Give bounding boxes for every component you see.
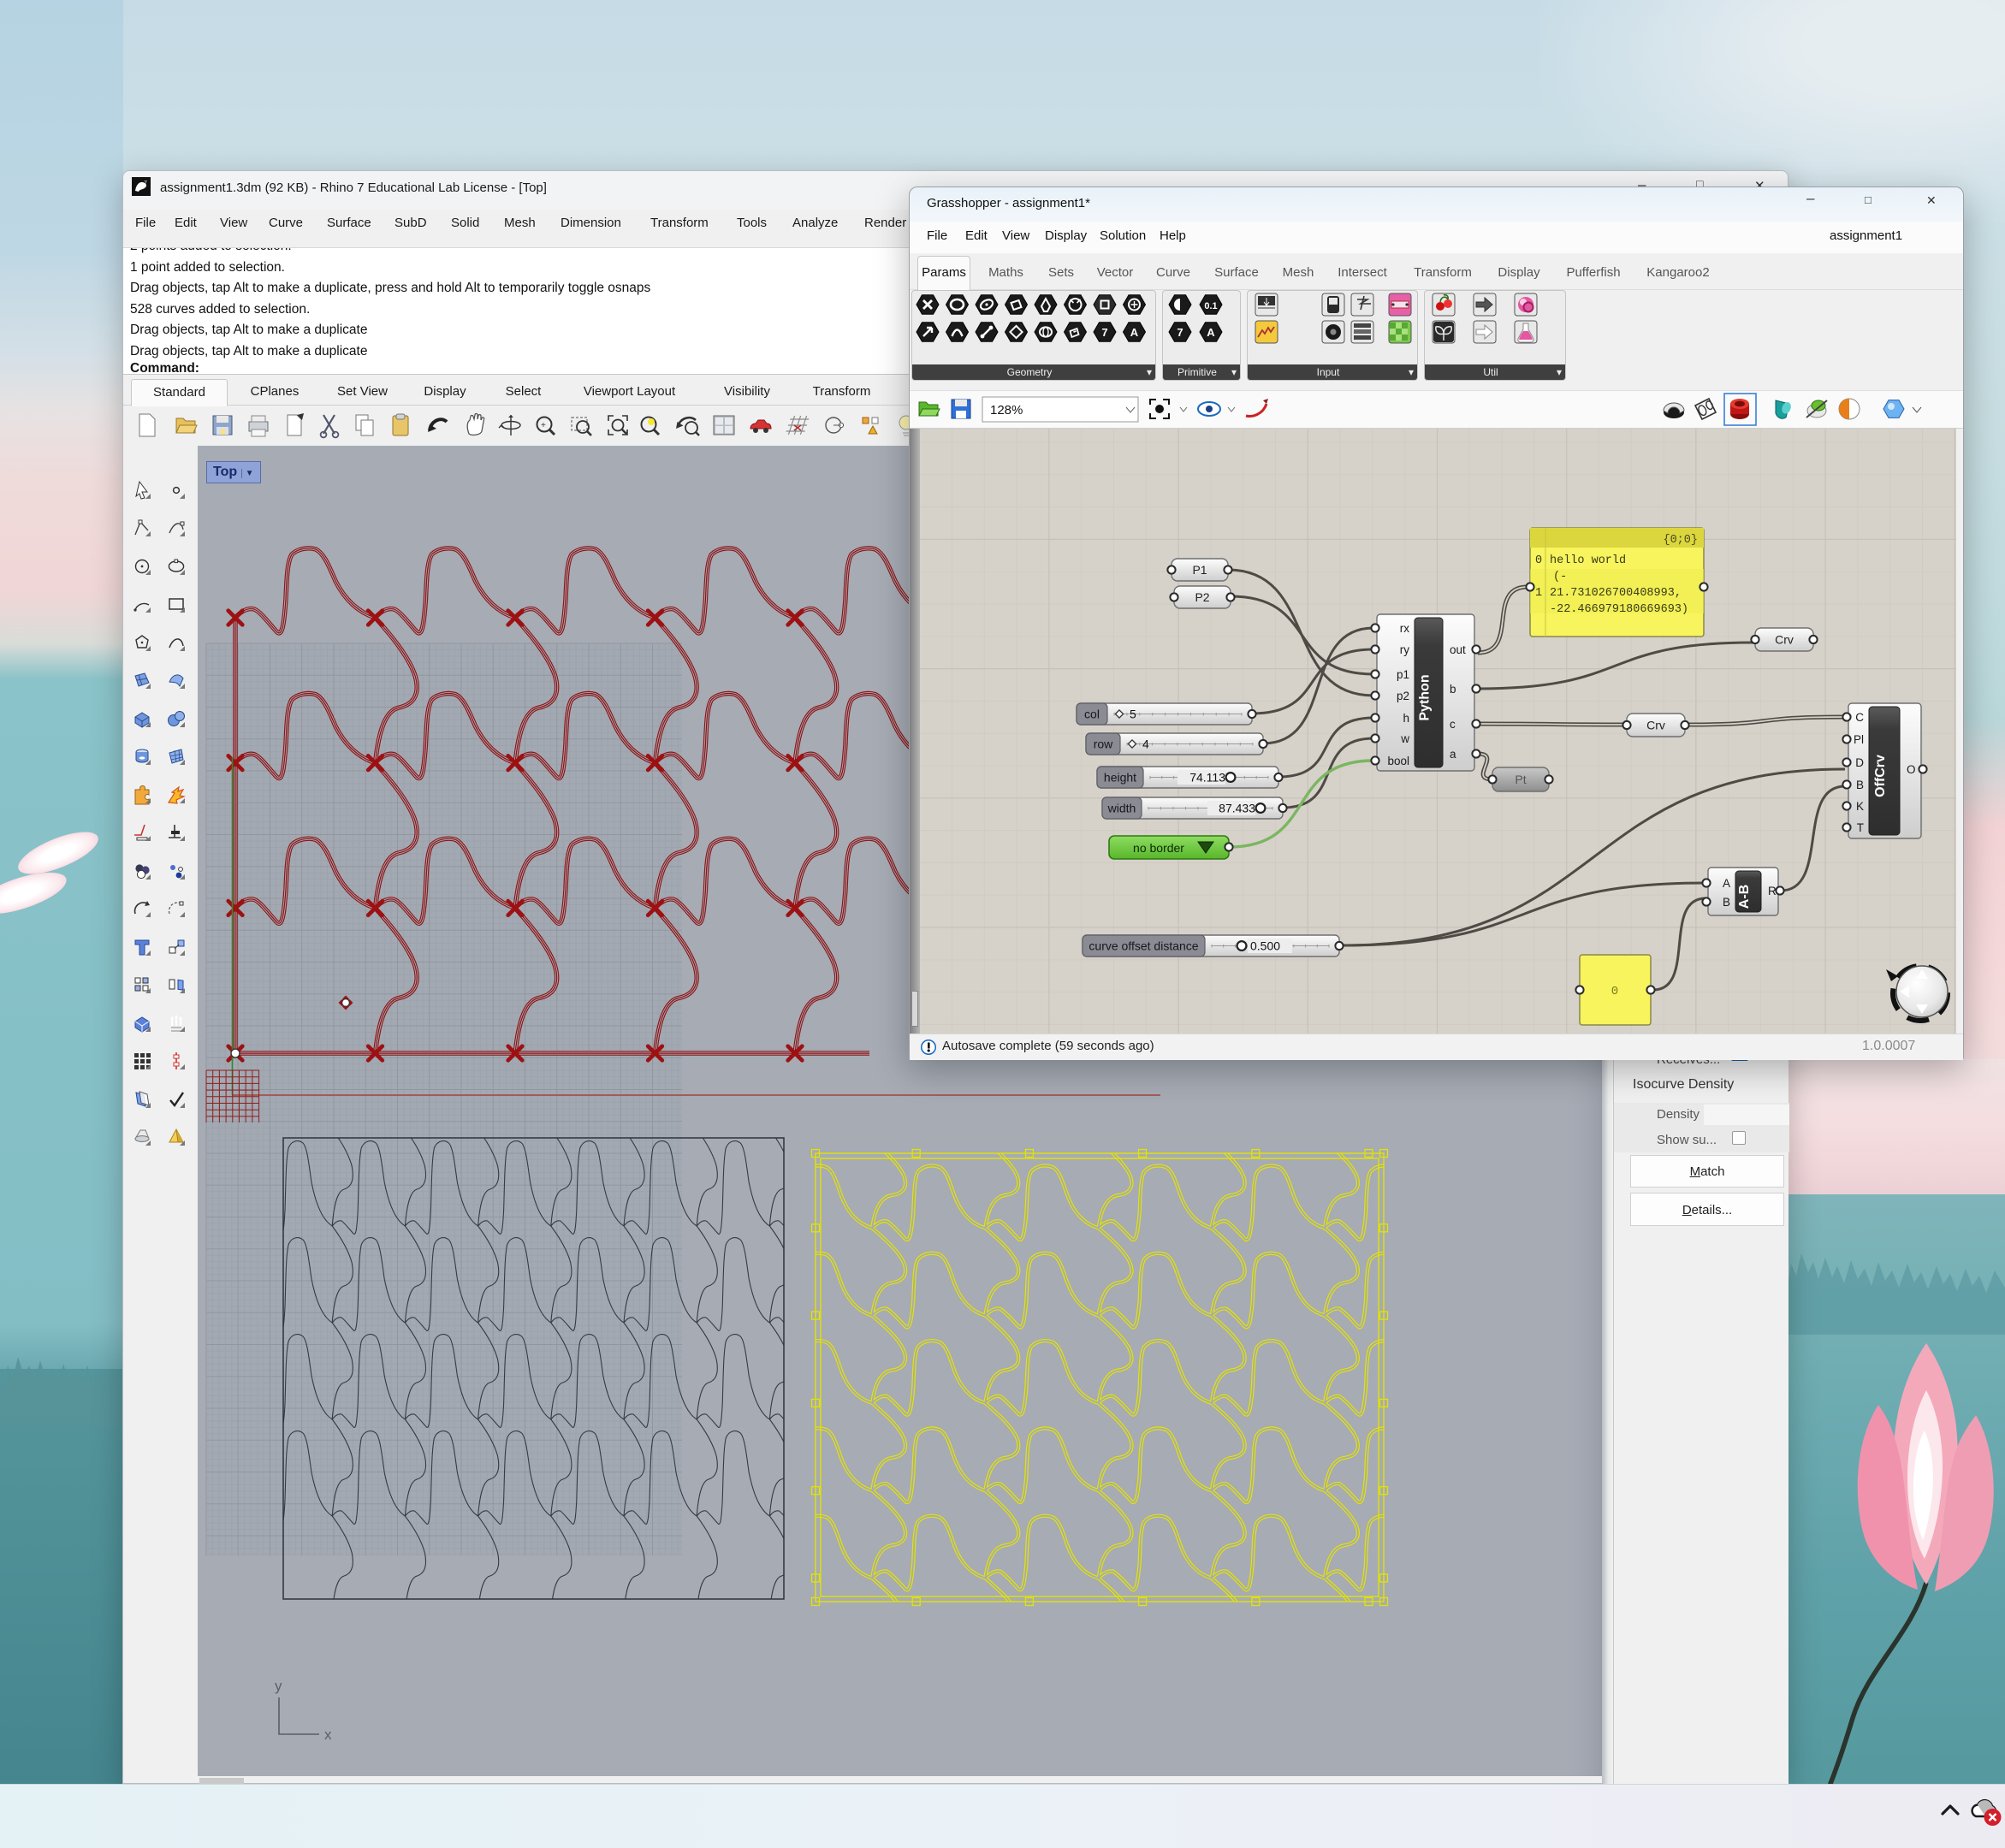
svg-text:out: out — [1450, 643, 1466, 656]
svg-text:A: A — [1130, 326, 1139, 339]
svg-text:A: A — [1207, 326, 1215, 339]
svg-text:h: h — [1403, 712, 1409, 725]
svg-text:Pt: Pt — [1515, 773, 1526, 786]
svg-text:D: D — [1855, 756, 1864, 769]
svg-text:p1: p1 — [1397, 668, 1409, 681]
svg-text:T: T — [1857, 821, 1864, 834]
svg-text:b: b — [1450, 683, 1456, 696]
svg-text:87.433: 87.433 — [1219, 802, 1255, 815]
svg-text:{0;0}: {0;0} — [1663, 534, 1698, 547]
svg-text:row: row — [1094, 737, 1113, 751]
svg-text:y: y — [275, 1678, 282, 1694]
svg-text:bool: bool — [1387, 755, 1409, 767]
svg-text:0.500: 0.500 — [1250, 939, 1280, 953]
svg-text:hello world: hello world — [1550, 554, 1626, 567]
svg-text:K: K — [1856, 800, 1864, 813]
svg-text:C: C — [1855, 711, 1864, 724]
svg-text:1: 1 — [1535, 587, 1542, 600]
svg-text:Crv: Crv — [1646, 719, 1665, 732]
svg-text:(-: (- — [1553, 571, 1567, 583]
svg-text:0.1: 0.1 — [1204, 301, 1217, 311]
svg-text:curve offset distance: curve offset distance — [1089, 939, 1198, 953]
svg-text:OffCrv: OffCrv — [1873, 755, 1888, 797]
svg-text:a: a — [1450, 748, 1456, 761]
svg-text:0: 0 — [1611, 985, 1618, 998]
svg-text:w: w — [1400, 732, 1409, 745]
svg-text:height: height — [1104, 771, 1136, 785]
svg-text:O: O — [1907, 763, 1916, 776]
svg-text:Crv: Crv — [1775, 633, 1794, 647]
svg-text:ry: ry — [1400, 643, 1409, 656]
svg-text:Pl: Pl — [1854, 733, 1864, 746]
svg-text:P1: P1 — [1192, 563, 1207, 577]
svg-text:5: 5 — [1130, 708, 1136, 721]
svg-text:A-B: A-B — [1737, 885, 1752, 909]
svg-text:B: B — [1856, 779, 1864, 791]
svg-text:-22.466979180669693): -22.466979180669693) — [1550, 603, 1688, 616]
svg-text:Python: Python — [1418, 674, 1433, 720]
svg-text:21.731026700408993,: 21.731026700408993, — [1550, 587, 1682, 600]
svg-text:7: 7 — [1101, 326, 1107, 339]
svg-text:x: x — [324, 1727, 332, 1743]
svg-text:7: 7 — [144, 181, 147, 187]
svg-text:no border: no border — [1133, 841, 1184, 855]
svg-text:c: c — [1450, 718, 1456, 731]
svg-text:4: 4 — [1142, 737, 1149, 751]
svg-text:col: col — [1084, 708, 1100, 721]
svg-text:P2: P2 — [1195, 590, 1209, 604]
svg-text:128%: 128% — [990, 403, 1023, 418]
svg-text:+: + — [541, 421, 546, 430]
svg-text:p2: p2 — [1397, 690, 1409, 702]
svg-text:7: 7 — [1177, 326, 1183, 339]
svg-text:0: 0 — [1535, 554, 1542, 567]
svg-text:B: B — [1723, 896, 1730, 909]
svg-text:rx: rx — [1400, 622, 1409, 635]
svg-text:width: width — [1107, 802, 1136, 815]
svg-text:A: A — [1723, 877, 1730, 890]
svg-text:74.113: 74.113 — [1189, 771, 1225, 785]
